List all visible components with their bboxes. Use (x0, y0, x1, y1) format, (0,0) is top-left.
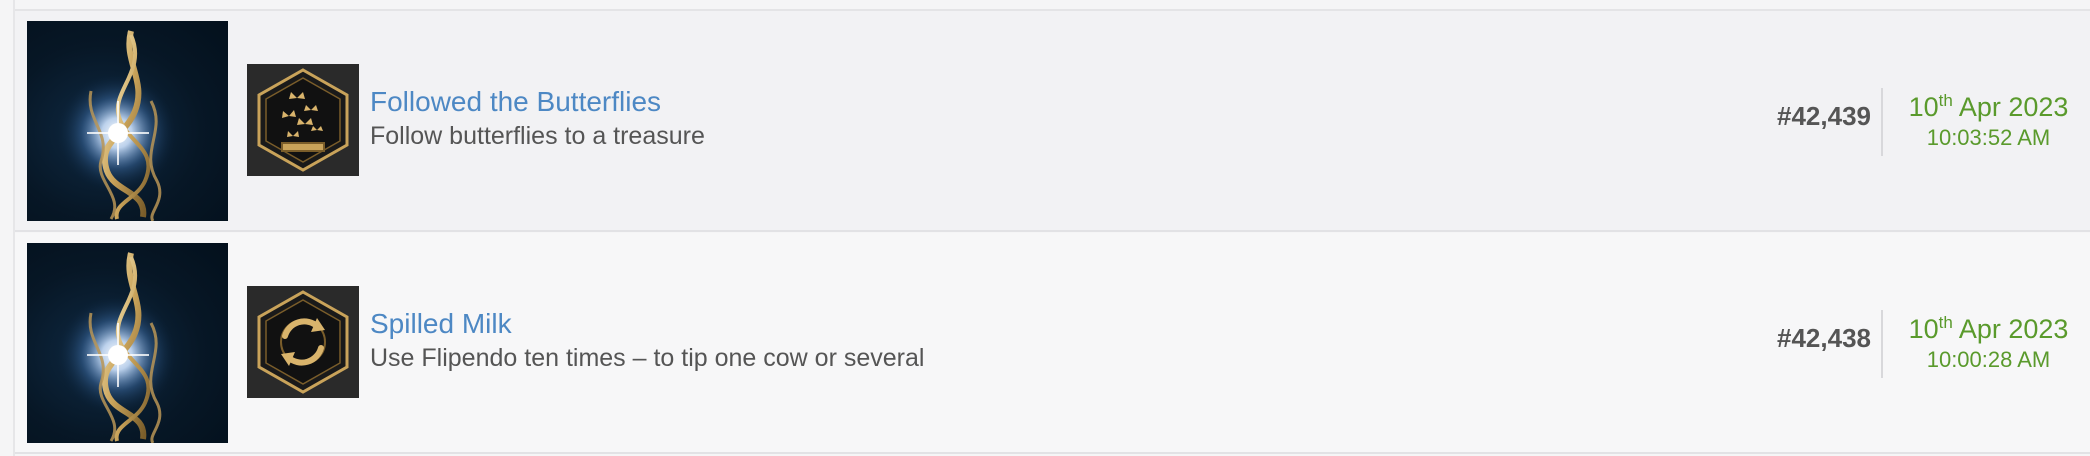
achievement-description: Follow butterflies to a treasure (370, 122, 705, 150)
rank-number: #42,439 (1777, 101, 1871, 131)
unlock-time: 10:03:52 AM (1926, 125, 2051, 150)
unlock-time: 10:00:28 AM (1926, 347, 2051, 372)
achievement-text: Followed the Butterflies Follow butterfl… (370, 85, 705, 153)
game-art-icon[interactable] (27, 21, 228, 221)
game-art-icon[interactable] (27, 243, 228, 443)
unlock-datetime: 10th Apr 2023 10:00:28 AM (1885, 313, 2090, 375)
achievement-row: Followed the Butterflies Follow butterfl… (15, 11, 2090, 232)
achievement-description: Use Flipendo ten times – to tip one cow … (370, 344, 925, 372)
achievement-row: Spilled Milk Use Flipendo ten times – to… (15, 233, 2090, 454)
date-day: 10 (1908, 92, 1939, 122)
butterflies-icon (247, 64, 359, 176)
column-divider (1881, 88, 1883, 156)
achievement-list: Followed the Butterflies Follow butterfl… (13, 0, 2090, 456)
achievement-title-link[interactable]: Spilled Milk (370, 307, 924, 341)
achievement-title-link[interactable]: Followed the Butterflies (370, 85, 705, 119)
achievement-text: Spilled Milk Use Flipendo ten times – to… (370, 307, 924, 375)
date-day: 10 (1908, 314, 1939, 344)
date-suffix: th (1938, 91, 1953, 110)
date-suffix: th (1938, 313, 1953, 332)
flipendo-icon (247, 286, 359, 398)
date-month-year: Apr 2023 (1958, 92, 2069, 122)
column-divider (1881, 310, 1883, 378)
date-month-year: Apr 2023 (1958, 314, 2069, 344)
unlock-datetime: 10th Apr 2023 10:03:52 AM (1885, 91, 2090, 153)
unlock-date: 10th Apr 2023 (1885, 313, 2090, 345)
unlock-date: 10th Apr 2023 (1885, 91, 2090, 123)
rank-number: #42,438 (1777, 323, 1871, 353)
